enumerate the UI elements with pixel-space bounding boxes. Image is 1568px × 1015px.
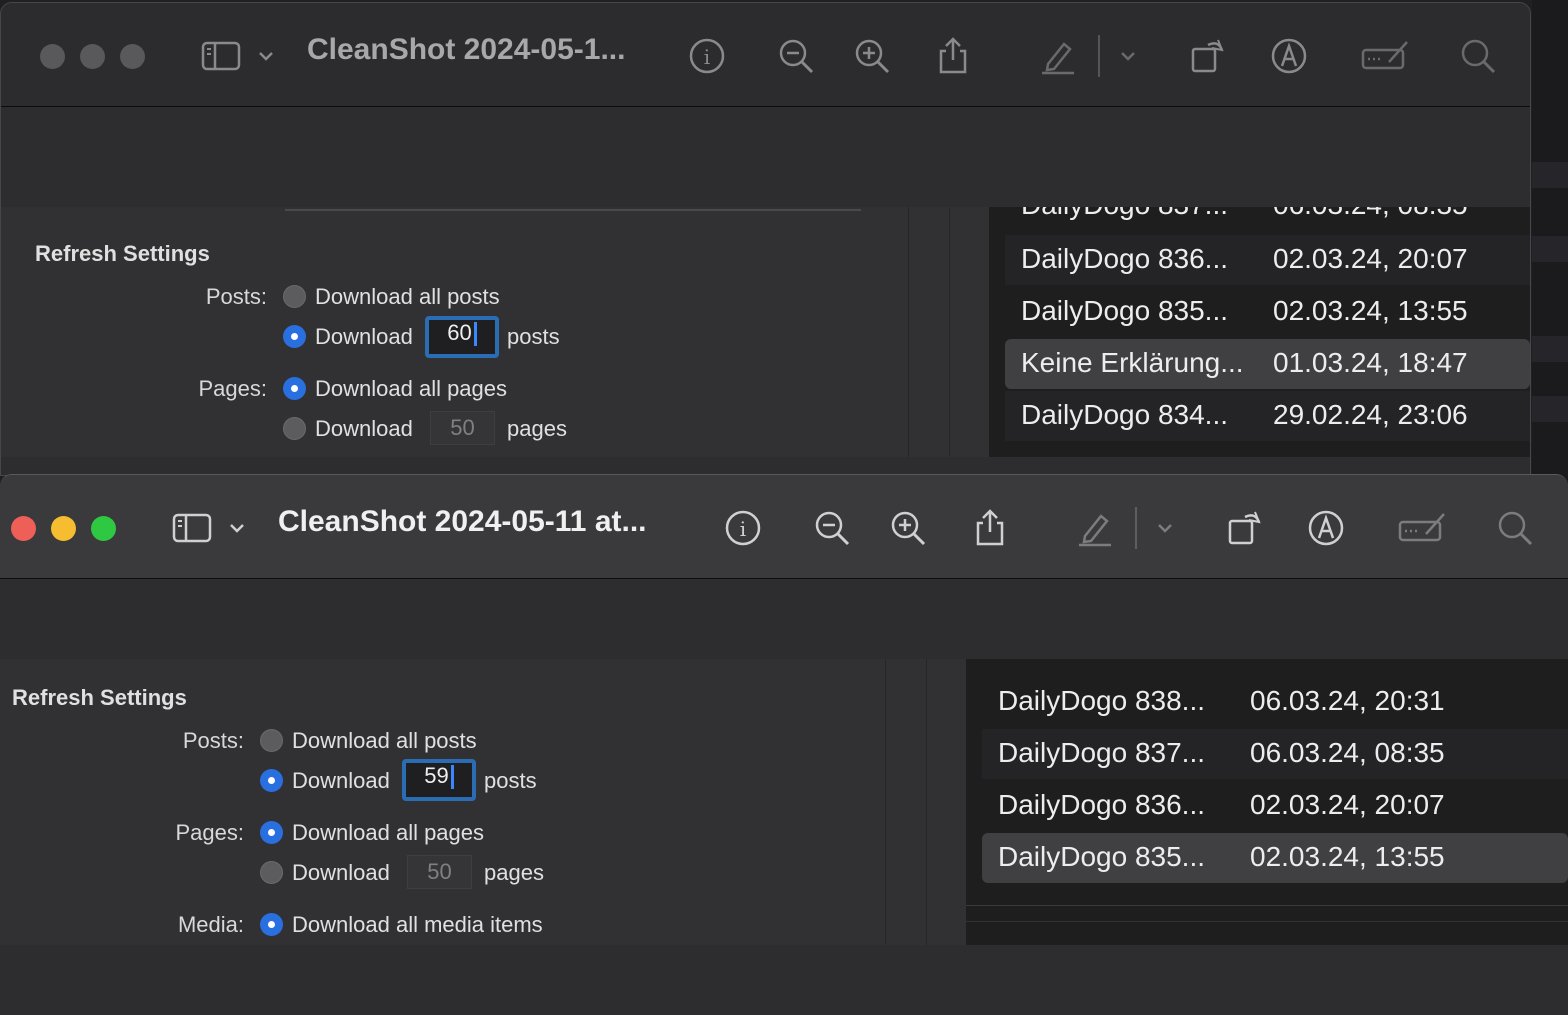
chevron-down-icon[interactable] — [224, 508, 250, 548]
list-item[interactable]: DailyDogo 834... 29.02.24, 23:06 — [1005, 391, 1530, 441]
radio-all-posts[interactable] — [283, 285, 306, 308]
list-item-selected[interactable]: DailyDogo 835... 02.03.24, 13:55 — [982, 833, 1568, 883]
radio-all-media[interactable] — [260, 913, 283, 936]
document-content: Refresh Settings Posts: Download all pos… — [1, 207, 1530, 457]
option-all-media[interactable]: Download all media items — [292, 912, 543, 938]
search-icon[interactable] — [1458, 36, 1498, 76]
radio-all-pages[interactable] — [283, 377, 306, 400]
posts-count-input[interactable]: 59 — [402, 759, 476, 801]
list-item[interactable]: DailyDogo 835... 02.03.24, 13:55 — [1005, 287, 1530, 337]
option-download-pages[interactable]: Download — [315, 416, 413, 442]
highlight-pen-icon[interactable] — [1038, 36, 1078, 76]
chevron-down-icon[interactable] — [1115, 36, 1141, 76]
pages-count-input[interactable]: 50 — [407, 855, 472, 889]
pages-suffix: pages — [484, 860, 544, 885]
option-all-pages[interactable]: Download all pages — [315, 376, 507, 402]
svg-text:i: i — [704, 45, 710, 69]
media-label: Media: — [177, 912, 244, 937]
post-list: DailyDogo 838... 06.03.24, 20:31 DailyDog… — [966, 659, 1568, 945]
chevron-down-icon[interactable] — [1152, 508, 1178, 548]
search-icon[interactable] — [1495, 508, 1535, 548]
svg-text:i: i — [740, 517, 746, 541]
section-heading: Refresh Settings — [35, 241, 210, 266]
pages-suffix: pages — [507, 416, 567, 441]
radio-download-posts[interactable] — [260, 769, 283, 792]
list-item — [982, 659, 1568, 667]
share-icon[interactable] — [933, 36, 973, 76]
text-field-edge — [285, 209, 861, 211]
list-item-selected[interactable]: Keine Erklärung... 01.03.24, 18:47 — [1005, 339, 1530, 389]
rotate-icon[interactable] — [1188, 36, 1228, 76]
list-item[interactable]: DailyDogo 836... 02.03.24, 20:07 — [982, 781, 1568, 831]
list-item[interactable]: DailyDogo 838... 06.03.24, 20:31 — [982, 677, 1568, 727]
zoom-out-icon[interactable] — [776, 36, 816, 76]
option-download-pages[interactable]: Download — [292, 860, 390, 886]
sidebar-toggle-icon[interactable] — [201, 36, 241, 76]
sidebar-toggle-icon[interactable] — [172, 508, 212, 548]
zoom-button[interactable] — [91, 516, 116, 541]
zoom-in-icon[interactable] — [888, 508, 928, 548]
radio-download-pages[interactable] — [260, 861, 283, 884]
highlight-pen-icon[interactable] — [1075, 508, 1115, 548]
document-gap — [0, 579, 1568, 659]
toolbar: CleanShot 2024-05-11 at... i — [0, 475, 1568, 579]
minimize-button[interactable] — [51, 516, 76, 541]
radio-all-posts[interactable] — [260, 729, 283, 752]
markup-icon[interactable] — [1269, 36, 1309, 76]
pages-label: Pages: — [198, 376, 268, 401]
document-gap — [1, 107, 1530, 207]
markup-icon[interactable] — [1306, 508, 1346, 548]
radio-download-posts[interactable] — [283, 325, 306, 348]
post-list: DailyDogo 837... 06.03.24, 08:35 DailyDo… — [989, 207, 1530, 457]
pages-label: Pages: — [175, 820, 245, 845]
option-all-posts[interactable]: Download all posts — [315, 284, 500, 310]
option-download-posts[interactable]: Download — [315, 324, 413, 350]
option-all-pages[interactable]: Download all pages — [292, 820, 484, 846]
option-download-posts[interactable]: Download — [292, 768, 390, 794]
close-button[interactable] — [40, 44, 65, 69]
preview-window-front: CleanShot 2024-05-11 at... i Refresh Set… — [0, 474, 1568, 1015]
list-item[interactable]: DailyDogo 837... 06.03.24, 08:35 — [1005, 207, 1530, 229]
posts-count-input[interactable]: 60 — [425, 316, 499, 358]
posts-label: Posts: — [182, 728, 244, 753]
close-button[interactable] — [11, 516, 36, 541]
list-item[interactable]: DailyDogo 836... 02.03.24, 20:07 — [1005, 235, 1530, 285]
rotate-icon[interactable] — [1225, 508, 1265, 548]
zoom-out-icon[interactable] — [812, 508, 852, 548]
form-fill-icon[interactable] — [1398, 508, 1448, 548]
posts-suffix: posts — [507, 324, 560, 349]
toolbar: CleanShot 2024-05-1... i — [1, 3, 1530, 107]
preview-window-back: CleanShot 2024-05-1... i Refresh Setting… — [0, 2, 1531, 476]
posts-label: Posts: — [205, 284, 267, 309]
radio-download-pages[interactable] — [283, 417, 306, 440]
chevron-down-icon[interactable] — [253, 36, 279, 76]
window-title: CleanShot 2024-05-1... — [307, 33, 626, 66]
list-item[interactable]: DailyDogo 837... 06.03.24, 08:35 — [982, 729, 1568, 779]
background-window-edge — [1532, 0, 1568, 480]
posts-suffix: posts — [484, 768, 537, 793]
minimize-button[interactable] — [80, 44, 105, 69]
window-title: CleanShot 2024-05-11 at... — [278, 505, 647, 538]
form-fill-icon[interactable] — [1361, 36, 1411, 76]
info-icon[interactable]: i — [723, 508, 763, 548]
document-content: Refresh Settings Posts: Download all pos… — [0, 659, 1568, 945]
option-all-posts[interactable]: Download all posts — [292, 728, 477, 754]
info-icon[interactable]: i — [687, 36, 727, 76]
zoom-in-icon[interactable] — [852, 36, 892, 76]
pages-count-input[interactable]: 50 — [430, 411, 495, 445]
share-icon[interactable] — [970, 508, 1010, 548]
zoom-button[interactable] — [120, 44, 145, 69]
section-heading: Refresh Settings — [12, 685, 187, 710]
radio-all-pages[interactable] — [260, 821, 283, 844]
